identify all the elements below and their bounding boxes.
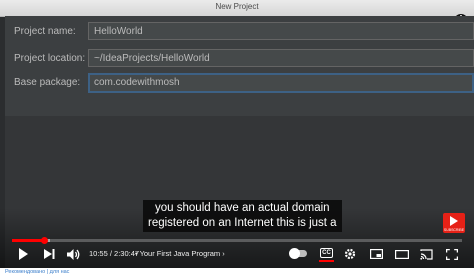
- subscribe-watermark[interactable]: SUBSCRIBE: [443, 213, 465, 233]
- autoplay-toggle[interactable]: [289, 248, 307, 259]
- below-video-link[interactable]: Рекомендовано | для нас: [5, 269, 69, 275]
- base-package-label: Base package:: [14, 77, 81, 88]
- closed-caption: you should have an actual domain registe…: [143, 200, 342, 232]
- play-logo-icon: [450, 216, 458, 226]
- gear-icon: [344, 248, 356, 260]
- subtitles-active-indicator: [319, 260, 334, 262]
- miniplayer-icon: [369, 249, 383, 259]
- subtitles-button[interactable]: CC: [320, 248, 333, 258]
- new-project-dialog: Project name: HelloWorld Project locatio…: [5, 16, 474, 116]
- progress-bar[interactable]: [12, 237, 462, 244]
- theater-mode-button[interactable]: [395, 246, 409, 262]
- project-name-field[interactable]: HelloWorld: [88, 22, 474, 40]
- chapter-title[interactable]: • Your First Java Program ›: [135, 249, 225, 258]
- next-icon: [43, 249, 54, 259]
- progress-played: [12, 239, 45, 242]
- project-location-field[interactable]: ~/IdeaProjects/HelloWorld: [88, 49, 474, 67]
- miniplayer-button[interactable]: [369, 246, 383, 262]
- base-package-field[interactable]: com.codewithmosh: [88, 73, 474, 93]
- volume-button[interactable]: [66, 246, 80, 262]
- autoplay-knob: [289, 248, 300, 259]
- next-button[interactable]: [42, 246, 56, 262]
- play-button[interactable]: [16, 246, 30, 262]
- cast-button[interactable]: [419, 246, 433, 262]
- theater-icon: [395, 249, 409, 259]
- project-name-label: Project name:: [14, 26, 76, 37]
- cast-icon: [419, 248, 433, 260]
- subscribe-watermark-label: SUBSCRIBE: [443, 228, 465, 232]
- project-location-label: Project location:: [14, 53, 86, 64]
- time-display: 10:55 / 2:30:47: [89, 249, 140, 258]
- settings-button[interactable]: [343, 246, 357, 262]
- fullscreen-button[interactable]: [445, 246, 459, 262]
- video-frame[interactable]: New Project i Project name: HelloWorld P…: [0, 0, 474, 268]
- caption-line-2: registered on an Internet this is just a: [148, 217, 337, 229]
- window-titlebar: New Project: [0, 0, 474, 17]
- window-title: New Project: [215, 2, 259, 11]
- volume-icon: [66, 248, 79, 260]
- fullscreen-icon: [446, 248, 458, 260]
- play-icon: [19, 248, 28, 260]
- caption-line-1: you should have an actual domain: [155, 202, 330, 214]
